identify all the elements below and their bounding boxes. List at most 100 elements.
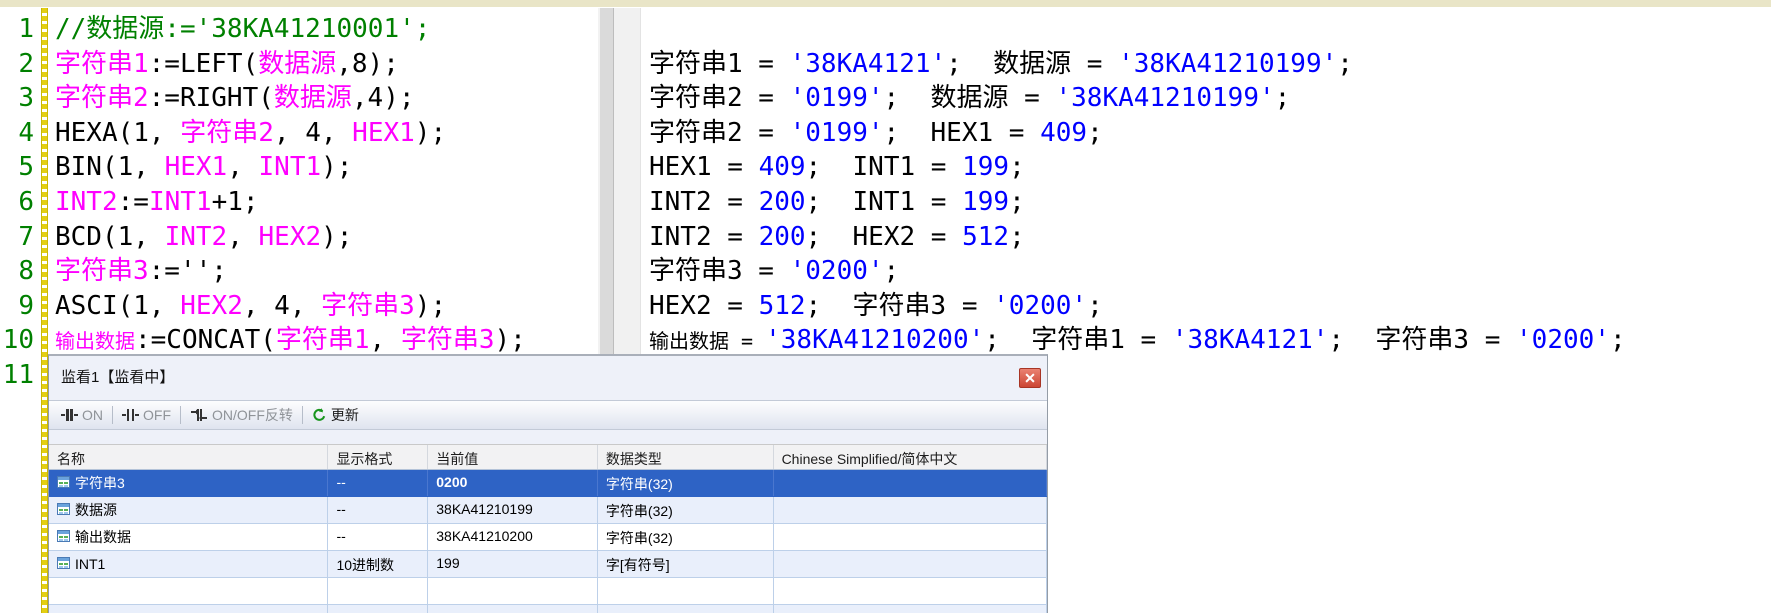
monitor-var-name: INT1 = [853,187,963,217]
watch-window-title: 监看1【监看中】 [61,356,174,400]
table-row[interactable]: 数据源--38KA41210199字符串(32) [49,497,1047,524]
close-icon[interactable] [1019,368,1041,388]
watch-table-header: 名称显示格式当前值数据类型Chinese Simplified/简体中文 [49,444,1047,470]
monitor-separator [899,83,930,113]
monitor-line: 字符串1 = '38KA4121'; 数据源 = '38KA41210199'; [649,47,1353,81]
monitor-semicolon: ; [1009,222,1025,252]
toolbar-button-label: OFF [143,407,171,423]
monitor-separator [1000,325,1031,355]
empty-cell [49,578,328,604]
code-token: ); [415,118,446,148]
code-token: , [227,152,258,182]
code-token: :=''; [149,256,227,286]
monitor-var-value: 199 [962,152,1009,182]
monitor-var-value: '0199' [790,83,884,113]
toolbar-button-refresh[interactable]: 更新 [306,403,365,427]
format-cell: 10进制数 [328,551,428,577]
toolbar-button-label: ON/OFF反转 [212,405,293,425]
monitor-var-value: 512 [962,222,1009,252]
code-line: BIN(1, HEX1, INT1); [55,150,352,184]
type-cell: 字符串(32) [598,470,774,496]
monitor-semicolon: ; [1009,187,1025,217]
toolbar-button-invert[interactable]: ON/OFF反转 [184,403,299,427]
format-cell: -- [328,524,428,550]
code-token: :=CONCAT( [135,325,276,355]
modified-indicator-bar [41,8,48,613]
monitor-var-name: INT1 = [853,152,963,182]
column-header[interactable]: 数据类型 [598,445,774,469]
table-row-empty[interactable] [49,578,1047,605]
monitor-semicolon: ; [1337,49,1353,79]
monitor-semicolon: ; [984,325,1000,355]
table-row-empty[interactable] [49,605,1047,613]
watch-titlebar[interactable]: 监看1【监看中】 [49,356,1047,400]
watch-table: 名称显示格式当前值数据类型Chinese Simplified/简体中文 字符串… [49,444,1047,613]
monitor-var-name: HEX2 = [649,291,759,321]
column-header[interactable]: Chinese Simplified/简体中文 [774,445,1047,469]
code-token: INT1 [259,152,322,182]
code-token: , [227,222,258,252]
monitor-var-name: 字符串3 = [853,291,994,321]
line-number-gutter: 1234567891011 [0,8,36,613]
monitor-var-value: '38KA4121' [1172,325,1329,355]
monitor-var-name: 字符串2 = [649,118,790,148]
code-token: HEX2 [180,291,243,321]
monitor-semicolon: ; [884,118,900,148]
monitor-separator [962,49,993,79]
monitor-semicolon: ; [946,49,962,79]
code-token: ,4); [352,83,415,113]
monitor-var-value: '38KA4121' [790,49,947,79]
value-cell: 38KA41210199 [428,497,598,523]
toolbar-separator [112,406,113,424]
code-token: 字符串2 [55,83,149,113]
monitor-var-name: 字符串1 = [649,49,790,79]
monitor-var-value: 200 [759,187,806,217]
monitor-semicolon: ; [1328,325,1344,355]
editor-top-strip [0,0,1771,8]
monitor-var-name: 输出数据 = [649,329,765,353]
invert-icon [190,408,208,422]
line-number: 1 [0,12,34,46]
table-row[interactable]: 输出数据--38KA41210200字符串(32) [49,524,1047,551]
code-token: HEX1 [165,152,228,182]
value-cell: 199 [428,551,598,577]
code-token: ); [415,291,446,321]
name-cell: 输出数据 [49,524,328,550]
code-token: 字符串1 [55,49,149,79]
type-cell: 字符串(32) [598,497,774,523]
format-cell: -- [328,470,428,496]
code-token: INT2 [165,222,228,252]
column-header[interactable]: 名称 [49,445,328,469]
table-row[interactable]: 字符串3--0200字符串(32) [49,470,1047,497]
name-cell: INT1 [49,551,328,577]
refresh-icon [312,408,327,422]
code-token: , 4, [274,118,352,148]
column-header[interactable]: 显示格式 [328,445,428,469]
monitor-separator [821,291,852,321]
toolbar-button-on[interactable]: ON [55,403,109,427]
code-token: 字符串1 [276,325,370,355]
empty-cell [328,578,428,604]
column-header[interactable]: 当前值 [428,445,598,469]
toolbar-button-off[interactable]: OFF [116,403,177,427]
table-row[interactable]: INT110进制数199字[有符号] [49,551,1047,578]
empty-cell [49,605,328,613]
monitor-var-value: '38KA41210200' [765,325,984,355]
empty-cell [328,605,428,613]
monitor-line: INT2 = 200; INT1 = 199; [649,185,1025,219]
row-name-label: 字符串3 [75,473,125,493]
monitor-separator [821,222,852,252]
code-token: ); [321,222,352,252]
monitor-semicolon: ; [1610,325,1626,355]
code-line: INT2:=INT1+1; [55,185,259,219]
empty-cell [774,578,1047,604]
code-token: HEXA(1, [55,118,180,148]
monitor-separator [821,152,852,182]
code-token: 字符串2 [180,118,274,148]
monitor-line: 字符串2 = '0199'; HEX1 = 409; [649,116,1103,150]
monitor-line: INT2 = 200; HEX2 = 512; [649,220,1025,254]
code-token: := [118,187,149,217]
code-token: :=LEFT( [149,49,259,79]
monitor-separator [1344,325,1375,355]
row-name-label: 数据源 [75,500,117,520]
